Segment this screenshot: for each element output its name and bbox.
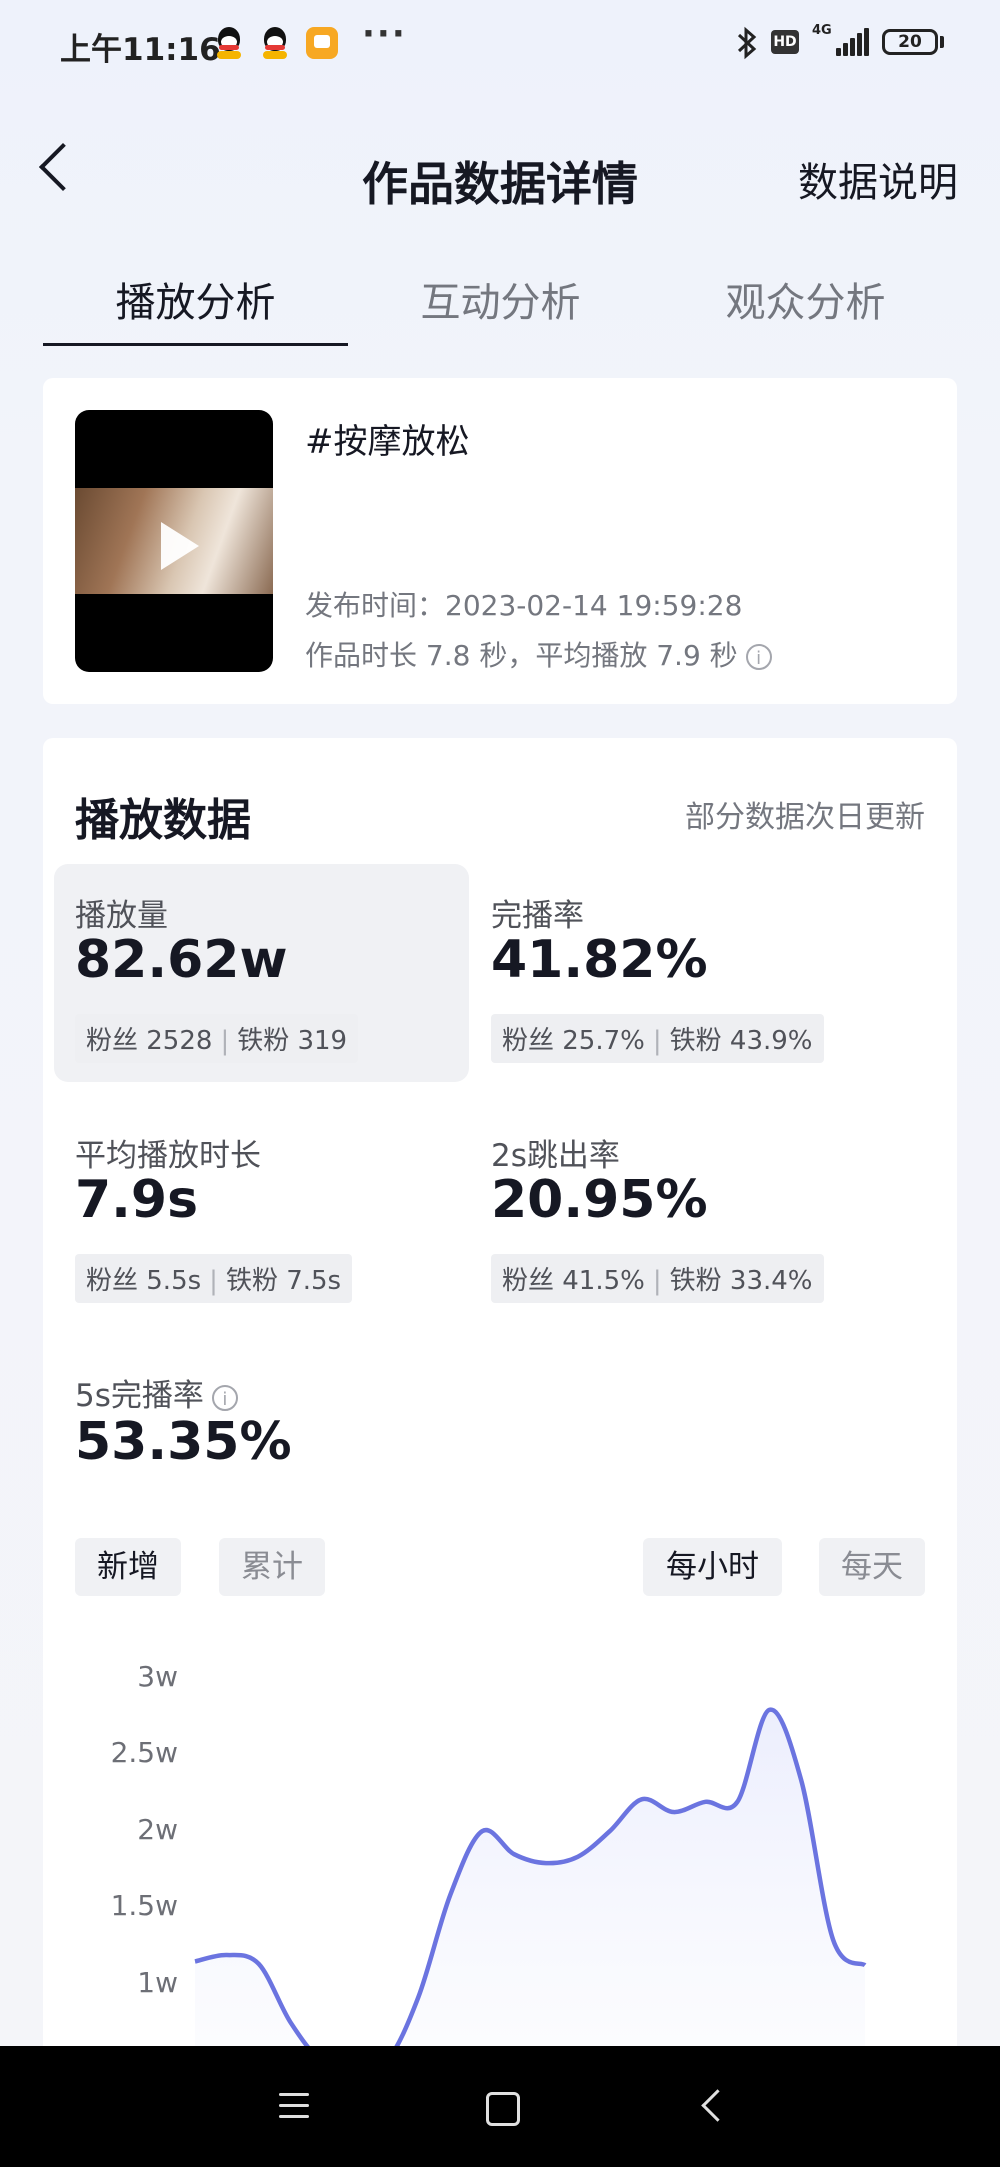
area-fill: [195, 1709, 865, 2046]
home-icon[interactable]: [486, 2092, 520, 2126]
menu-icon[interactable]: [279, 2093, 309, 2126]
views-area-chart: [194, 1707, 867, 2046]
